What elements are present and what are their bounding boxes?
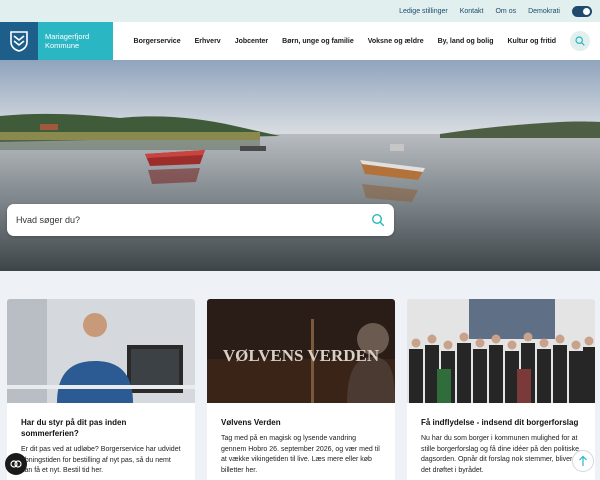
contrast-toggle-icon[interactable] [572, 5, 592, 17]
news-card-passport[interactable]: Har du styr på dit pas inden sommerferie… [7, 299, 195, 480]
nav-item-boern-unge-familie[interactable]: Børn, unge og familie [282, 38, 354, 45]
card-image-citizen-service [7, 299, 195, 403]
main-nav: Borgerservice Erhverv Jobcenter Børn, un… [113, 22, 571, 60]
news-cards: Har du styr på dit pas inden sommerferie… [7, 299, 595, 480]
utility-link-democracy[interactable]: Demokrati [528, 8, 560, 15]
nav-item-erhverv[interactable]: Erhverv [195, 38, 221, 45]
card-image-caption: VØLVENS VERDEN [223, 346, 380, 365]
arrow-up-icon [579, 455, 587, 466]
search-icon [575, 36, 585, 46]
news-card-voelvens-verden[interactable]: VØLVENS VERDEN Vølvens Verden Tag med på… [207, 299, 395, 480]
card-text: Tag med på en magisk og lysende vandring… [221, 435, 380, 474]
card-title: Få indflydelse - indsend dit borgerforsl… [421, 418, 579, 427]
site-search-box[interactable] [7, 204, 394, 236]
site-search-input[interactable] [16, 215, 356, 225]
nav-item-by-land-bolig[interactable]: By, land og bolig [438, 38, 494, 45]
card-image-city-council [407, 299, 595, 403]
utility-link-about[interactable]: Om os [495, 8, 516, 15]
card-text: Nu har du som borger i kommunen mulighed… [421, 435, 579, 474]
nav-item-voksne-aeldre[interactable]: Voksne og ældre [368, 38, 424, 45]
search-icon[interactable] [371, 213, 385, 227]
logo-line-1: Mariagerfjord [45, 32, 90, 41]
hero-banner [0, 60, 600, 271]
logo-line-2: Kommune [45, 41, 80, 50]
cookie-settings-button[interactable] [5, 453, 27, 475]
utility-link-contact[interactable]: Kontakt [460, 8, 484, 15]
logo-text: Mariagerfjord Kommune [38, 32, 89, 50]
card-image-voelvens-verden: VØLVENS VERDEN [207, 299, 395, 403]
card-text: Er dit pas ved at udløbe? Borgerservice … [21, 446, 181, 474]
coat-of-arms-icon [0, 22, 38, 60]
hero-fjord-image [0, 60, 600, 271]
logo[interactable]: Mariagerfjord Kommune [0, 22, 113, 60]
header-search-button[interactable] [570, 31, 590, 51]
nav-item-jobcenter[interactable]: Jobcenter [235, 38, 268, 45]
nav-item-borgerservice[interactable]: Borgerservice [134, 38, 181, 45]
site-header: Mariagerfjord Kommune Borgerservice Erhv… [0, 22, 600, 60]
back-to-top-button[interactable] [572, 450, 594, 472]
nav-item-kultur-fritid[interactable]: Kultur og fritid [507, 38, 556, 45]
card-title: Har du styr på dit pas inden sommerferie… [21, 418, 127, 438]
utility-link-jobs[interactable]: Ledige stillinger [399, 8, 448, 15]
cookie-icon [10, 460, 22, 468]
utility-bar: Ledige stillinger Kontakt Om os Demokrat… [0, 0, 600, 22]
card-title: Vølvens Verden [221, 418, 281, 427]
news-card-borgerforslag[interactable]: Få indflydelse - indsend dit borgerforsl… [407, 299, 595, 480]
